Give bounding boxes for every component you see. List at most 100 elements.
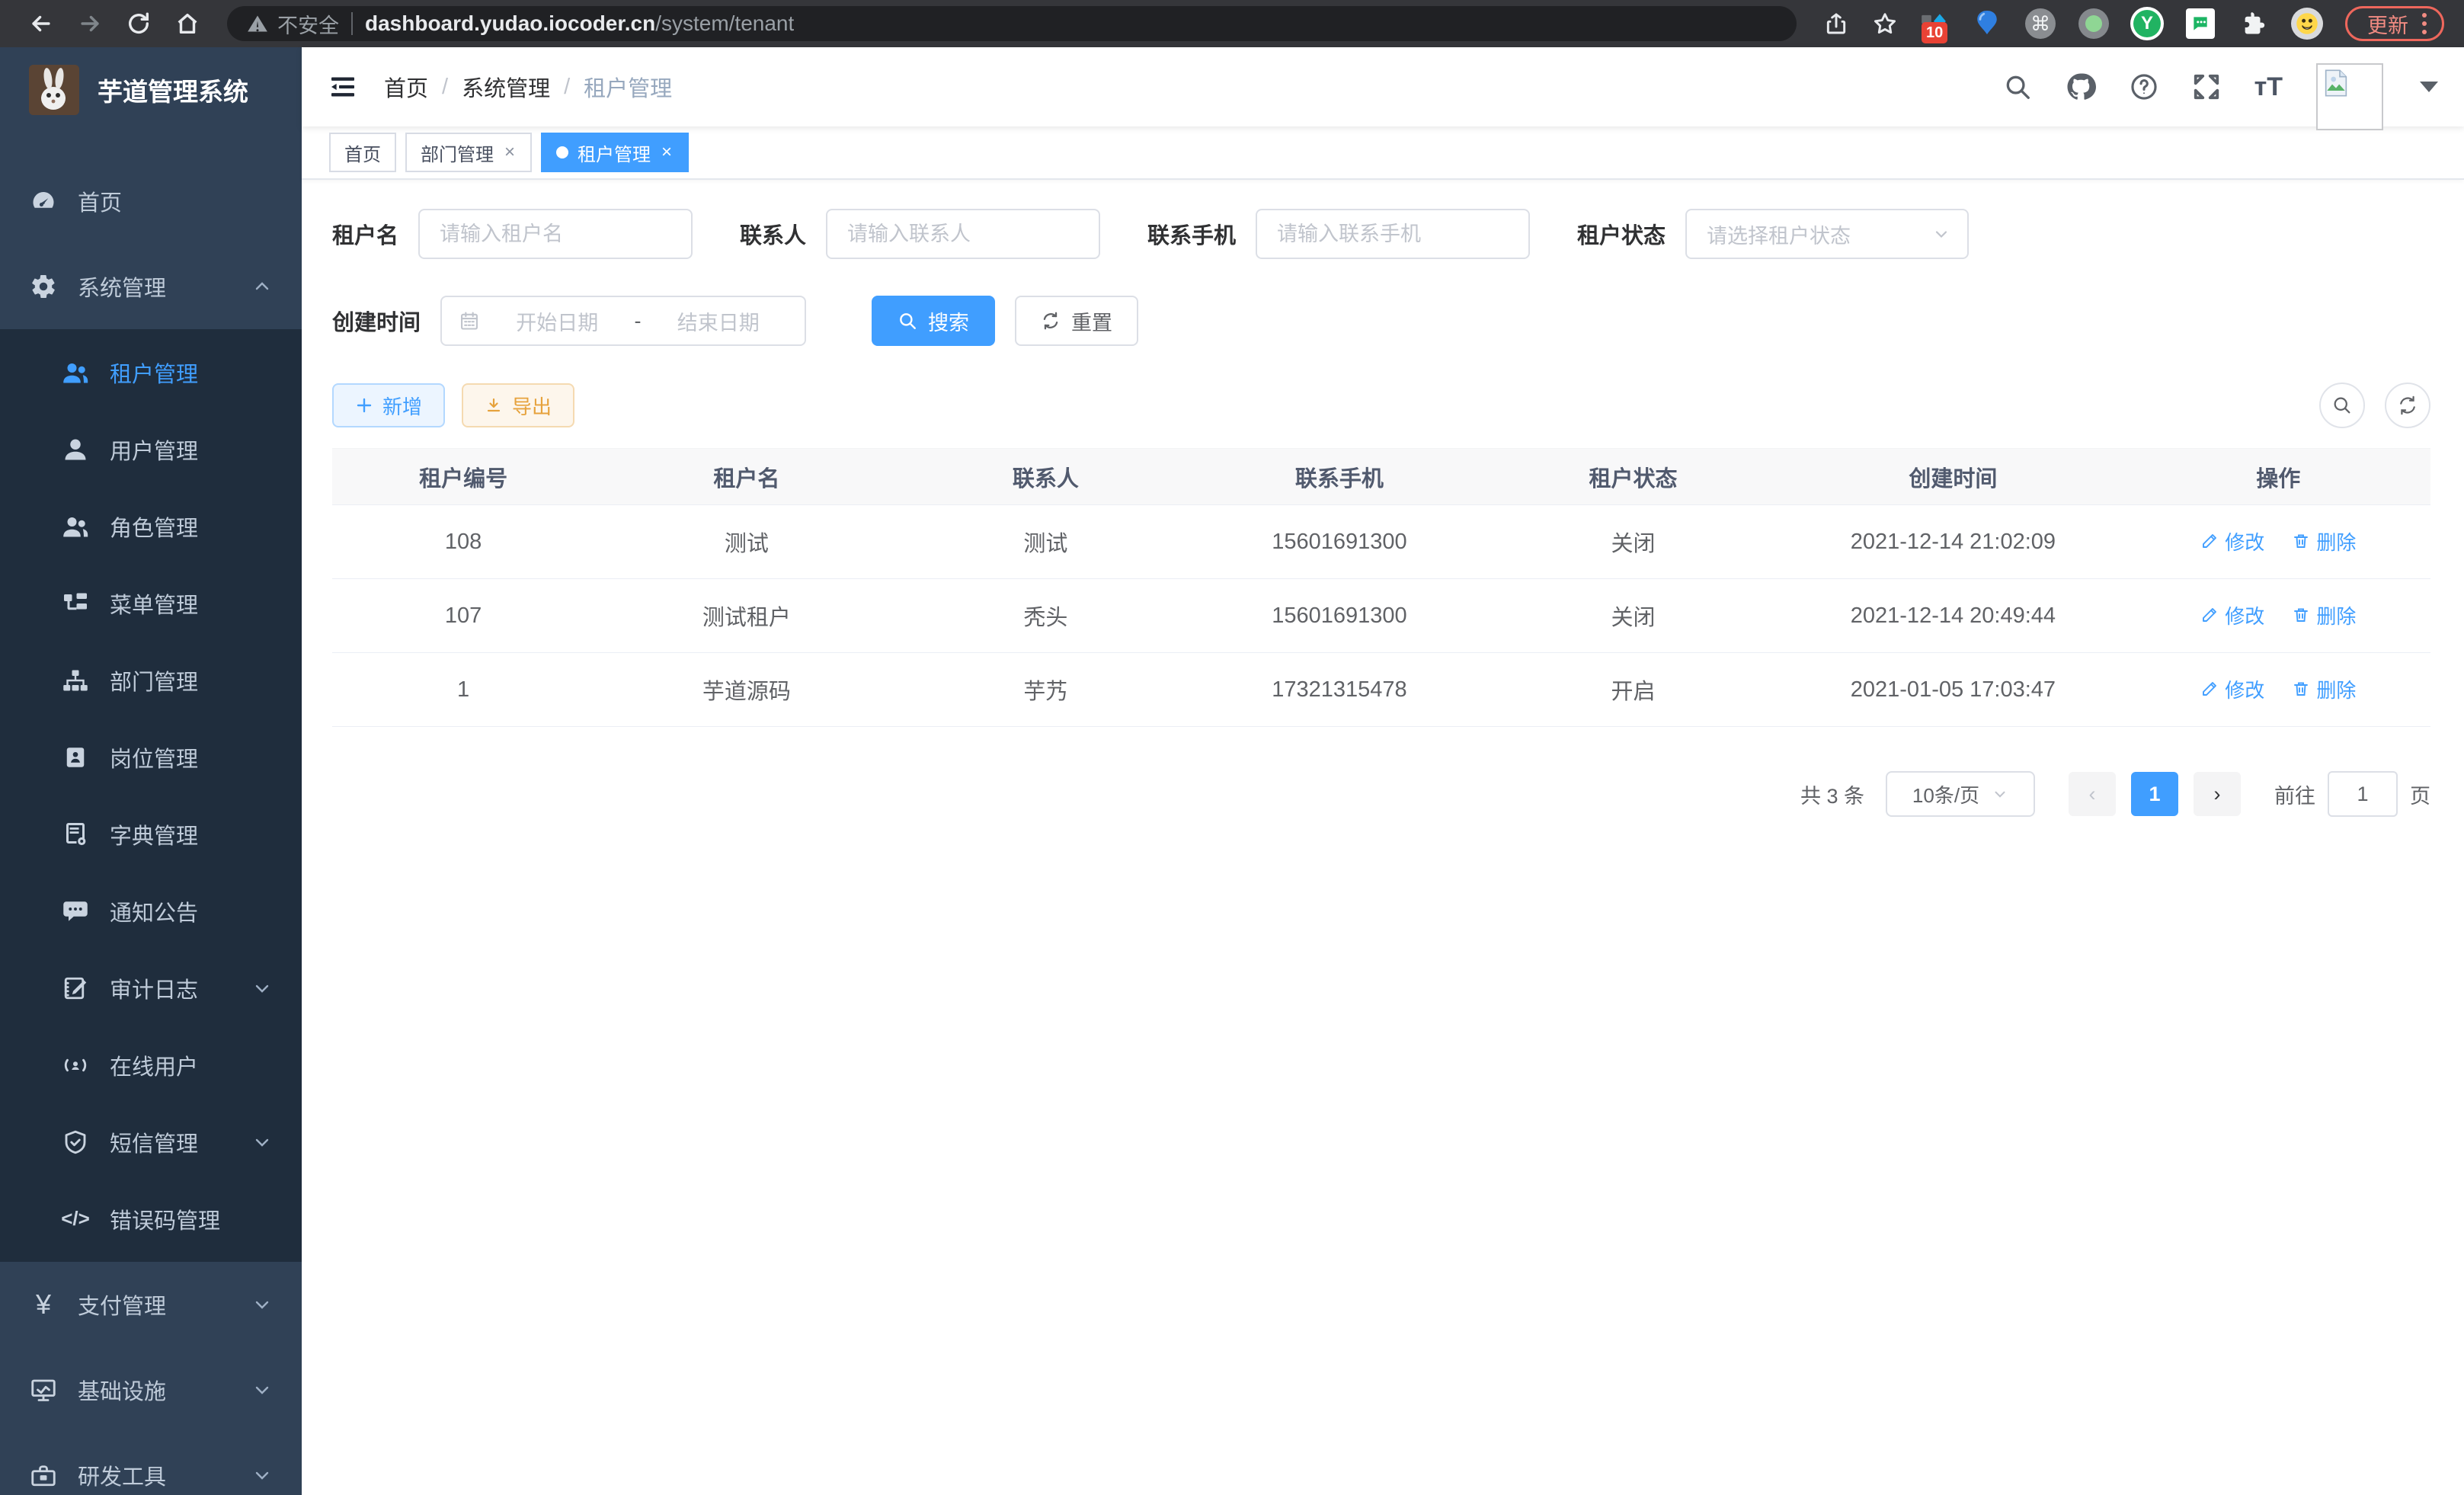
user-avatar[interactable] — [2316, 63, 2383, 130]
sidebar-item-dept[interactable]: 部门管理 — [0, 642, 302, 719]
sidebar-item-notice[interactable]: 通知公告 — [0, 872, 302, 949]
table-row: 1 芋道源码 芋艿 17321315478 开启 2021-01-05 17:0… — [332, 653, 2430, 727]
sidebar-item-system[interactable]: 系统管理 — [0, 244, 302, 329]
delete-link[interactable]: 删除 — [2292, 675, 2356, 703]
tag-tenant[interactable]: 租户管理 × — [541, 133, 689, 172]
delete-link[interactable]: 删除 — [2292, 527, 2356, 555]
users-icon — [61, 358, 90, 387]
sidebar-item-label: 租户管理 — [110, 357, 198, 389]
browser-back-button[interactable] — [20, 2, 62, 45]
sidebar-item-user[interactable]: 用户管理 — [0, 411, 302, 488]
sidebar-item-tenant[interactable]: 租户管理 — [0, 334, 302, 411]
browser-forward-button[interactable] — [69, 2, 111, 45]
filter-label: 联系人 — [740, 218, 806, 250]
contact-input[interactable] — [826, 209, 1100, 259]
font-size-icon[interactable]: ᴛT — [2254, 72, 2283, 102]
prev-page-button[interactable]: ‹ — [2069, 772, 2116, 816]
extensions-puzzle-icon[interactable] — [2237, 7, 2270, 40]
tenant-name-input[interactable] — [418, 209, 693, 259]
browser-update-button[interactable]: 更新 — [2345, 6, 2444, 41]
message-icon — [61, 897, 90, 926]
dashboard-icon — [29, 187, 58, 216]
sidebar-item-pay[interactable]: ¥ 支付管理 — [0, 1262, 302, 1347]
goto-page-input[interactable] — [2328, 771, 2398, 817]
tab-close-icon[interactable]: × — [660, 142, 674, 163]
breadcrumb-system[interactable]: 系统管理 — [462, 71, 550, 103]
breadcrumb-separator: / — [442, 75, 448, 100]
extension-grid-icon[interactable]: 10 — [1917, 7, 1950, 40]
date-range-picker[interactable]: 开始日期 - 结束日期 — [440, 296, 806, 346]
browser-home-button[interactable] — [166, 2, 209, 45]
extension-y-icon[interactable]: Y — [2130, 7, 2164, 40]
refresh-table-button[interactable] — [2385, 383, 2430, 428]
export-button[interactable]: 导出 — [462, 383, 574, 427]
col-tenant-id: 租户编号 — [332, 449, 594, 505]
toggle-search-button[interactable] — [2319, 383, 2365, 428]
sidebar-item-error-code[interactable]: </> 错误码管理 — [0, 1180, 302, 1257]
breadcrumb-home[interactable]: 首页 — [384, 71, 428, 103]
mobile-input[interactable] — [1256, 209, 1530, 259]
sidebar-item-online-user[interactable]: 在线用户 — [0, 1026, 302, 1103]
search-icon — [2331, 395, 2353, 416]
edit-link[interactable]: 修改 — [2200, 527, 2264, 555]
gear-icon — [29, 272, 58, 301]
extension-balloon-icon[interactable] — [1970, 7, 2004, 40]
help-icon[interactable] — [2130, 72, 2158, 101]
date-start-placeholder: 开始日期 — [488, 306, 627, 336]
reset-button[interactable]: 重置 — [1015, 296, 1138, 346]
sidebar-item-role[interactable]: 角色管理 — [0, 488, 302, 565]
page-number-1[interactable]: 1 — [2131, 772, 2178, 816]
sidebar-item-audit-log[interactable]: 审计日志 — [0, 949, 302, 1026]
site-security-indicator[interactable]: 不安全 — [247, 9, 339, 39]
status-select[interactable]: 请选择租户状态 — [1685, 209, 1969, 259]
sidebar-item-label: 系统管理 — [78, 271, 166, 303]
app-logo[interactable]: 芋道管理系统 — [0, 47, 302, 133]
browser-menu-icon[interactable] — [2422, 13, 2427, 34]
sidebar-collapse-button[interactable] — [328, 72, 358, 102]
bookmark-star-button[interactable] — [1864, 2, 1906, 45]
sidebar-menu: 首页 系统管理 租户管理 — [0, 133, 302, 1495]
avatar-dropdown-caret[interactable] — [2420, 82, 2438, 92]
tag-dept[interactable]: 部门管理 × — [405, 133, 532, 172]
tab-close-icon[interactable]: × — [503, 142, 517, 163]
shield-check-icon — [61, 1128, 90, 1157]
fullscreen-icon[interactable] — [2192, 72, 2221, 101]
chevron-down-icon — [253, 1133, 271, 1151]
header-search-icon[interactable] — [2003, 72, 2032, 101]
refresh-icon — [2397, 395, 2418, 416]
edit-link[interactable]: 修改 — [2200, 675, 2264, 703]
sidebar-item-dict[interactable]: 字典管理 — [0, 796, 302, 872]
col-status: 租户状态 — [1486, 449, 1781, 505]
browser-reload-button[interactable] — [117, 2, 160, 45]
next-page-button[interactable]: › — [2194, 772, 2241, 816]
sidebar-item-label: 用户管理 — [110, 434, 198, 466]
sidebar-item-post[interactable]: 岗位管理 — [0, 719, 302, 796]
edit-link[interactable]: 修改 — [2200, 601, 2264, 629]
add-button[interactable]: 新增 — [332, 383, 445, 427]
profile-avatar-icon[interactable] — [2290, 7, 2324, 40]
sidebar-item-infra[interactable]: 基础设施 — [0, 1347, 302, 1433]
sidebar-item-home[interactable]: 首页 — [0, 158, 302, 244]
github-icon[interactable] — [2066, 72, 2096, 102]
search-button[interactable]: 搜索 — [872, 296, 995, 346]
edit-icon — [2200, 680, 2219, 698]
filter-mobile: 联系手机 — [1147, 209, 1530, 259]
sidebar-item-label: 研发工具 — [78, 1459, 166, 1491]
extension-command-icon[interactable]: ⌘ — [2024, 7, 2057, 40]
sidebar-item-sms[interactable]: 短信管理 — [0, 1103, 302, 1180]
sidebar-item-menu[interactable]: 菜单管理 — [0, 565, 302, 642]
sidebar-item-label: 角色管理 — [110, 511, 198, 543]
tag-home[interactable]: 首页 — [329, 133, 396, 172]
extension-chat-icon[interactable] — [2184, 7, 2217, 40]
share-button[interactable] — [1815, 2, 1858, 45]
security-label: 不安全 — [277, 9, 339, 39]
delete-link[interactable]: 删除 — [2292, 601, 2356, 629]
filter-label: 租户名 — [332, 218, 398, 250]
extension-record-icon[interactable] — [2077, 7, 2110, 40]
active-dot — [556, 146, 568, 158]
sidebar-item-dev-tools[interactable]: 研发工具 — [0, 1433, 302, 1495]
page-unit-label: 页 — [2410, 780, 2430, 809]
page-size-select[interactable]: 10条/页 — [1886, 771, 2035, 817]
address-bar[interactable]: 不安全 dashboard.yudao.iocoder.cn/system/te… — [227, 6, 1797, 41]
breadcrumb-current: 租户管理 — [584, 71, 672, 103]
